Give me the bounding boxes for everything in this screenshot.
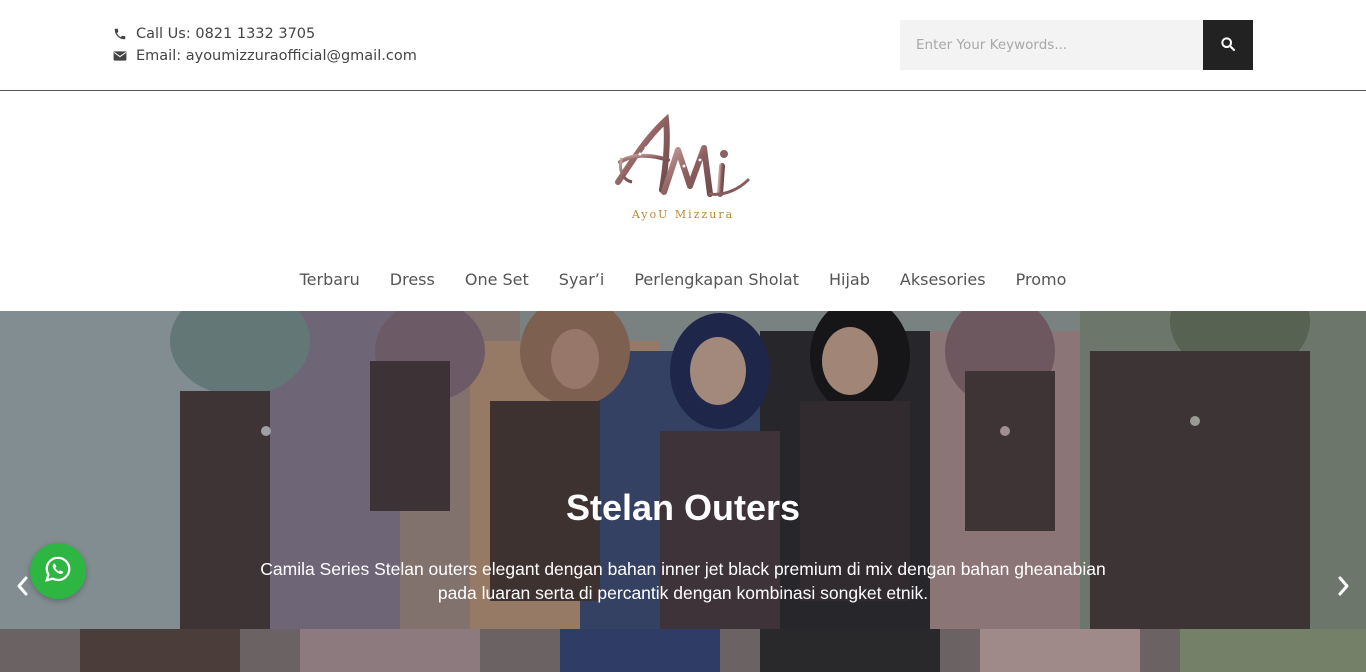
contact-phone: Call Us: 0821 1332 3705: [112, 23, 417, 45]
phone-icon: [112, 26, 128, 42]
search-form: [900, 20, 1253, 70]
nav-item-syari[interactable]: Syar’i: [559, 270, 605, 289]
nav-item-dress[interactable]: Dress: [390, 270, 435, 289]
search-icon: [1220, 36, 1236, 55]
logo-tagline: AyoU Mizzura: [631, 208, 735, 221]
whatsapp-icon: [43, 554, 73, 588]
slider-next-button[interactable]: [1332, 573, 1356, 603]
chevron-right-icon: [1337, 575, 1351, 601]
nav-item-aksesories[interactable]: Aksesories: [900, 270, 986, 289]
logo-monogram: [615, 113, 750, 197]
nav-item-hijab[interactable]: Hijab: [829, 270, 870, 289]
nav-item-one-set[interactable]: One Set: [465, 270, 529, 289]
contact-info: Call Us: 0821 1332 3705 Email: ayoumizzu…: [112, 23, 417, 67]
whatsapp-button[interactable]: [30, 543, 86, 599]
site-logo[interactable]: AyoU Mizzura: [610, 110, 756, 230]
contact-email: Email: ayoumizzuraofficial@gmail.com: [112, 45, 417, 67]
nav-item-terbaru[interactable]: Terbaru: [300, 270, 360, 289]
main-nav: Terbaru Dress One Set Syar’i Perlengkapa…: [0, 262, 1366, 296]
search-input[interactable]: [900, 20, 1203, 70]
envelope-icon: [112, 48, 128, 64]
secondary-banner: [0, 629, 1366, 672]
hero-slider: Stelan Outers Camila Series Stelan outer…: [0, 311, 1366, 629]
search-button[interactable]: [1203, 20, 1253, 70]
chevron-left-icon: [15, 575, 29, 601]
secondary-banner-image: [0, 629, 1366, 672]
hero-title: Stelan Outers: [565, 487, 801, 528]
phone-label: Call Us: 0821 1332 3705: [136, 26, 316, 42]
nav-item-perlengkapan-sholat[interactable]: Perlengkapan Sholat: [634, 270, 799, 289]
hero-description: Camila Series Stelan outers elegant deng…: [260, 559, 1106, 603]
top-bar: Call Us: 0821 1332 3705 Email: ayoumizzu…: [0, 0, 1366, 91]
nav-item-promo[interactable]: Promo: [1016, 270, 1067, 289]
email-link[interactable]: Email: ayoumizzuraofficial@gmail.com: [136, 48, 417, 64]
